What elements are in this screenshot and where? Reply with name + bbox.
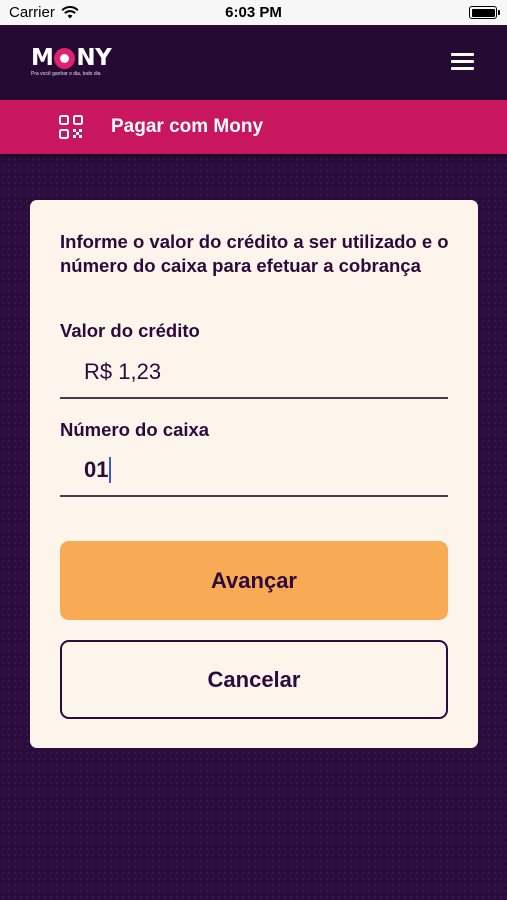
page-title: Pagar com Mony (111, 116, 264, 137)
form-instructions: Informe o valor do crédito a ser utiliza… (60, 231, 449, 276)
mony-logo[interactable]: M NY Pra você ganhar o dia, todo dia (31, 45, 112, 77)
box-number-input[interactable]: 01 (60, 445, 448, 497)
logo-text-right: NY (76, 45, 112, 71)
status-time: 6:03 PM (225, 4, 282, 21)
box-number-label: Número do caixa (60, 419, 210, 440)
logo-wordmark: M NY (31, 45, 112, 71)
next-button[interactable]: Avançar (60, 541, 448, 620)
qr-code-icon (59, 115, 83, 139)
logo-text-left: M (31, 45, 54, 71)
credit-value-label: Valor do crédito (60, 320, 200, 341)
app-header: M NY Pra você ganhar o dia, todo dia (0, 25, 507, 100)
text-cursor (109, 457, 112, 483)
logo-o-icon (54, 47, 76, 69)
battery-icon (469, 6, 500, 19)
box-number-text: 01 (84, 457, 109, 482)
credit-value-input[interactable]: R$ 1,23 (60, 347, 448, 399)
credit-value-text: R$ 1,23 (84, 359, 162, 384)
cancel-button[interactable]: Cancelar (60, 640, 448, 719)
payment-form-card: Informe o valor do crédito a ser utiliza… (30, 200, 478, 748)
title-bar: Pagar com Mony (0, 100, 507, 154)
status-bar: Carrier 6:03 PM (0, 0, 507, 25)
logo-tagline: Pra você ganhar o dia, todo dia (31, 71, 101, 77)
cancel-button-label: Cancelar (207, 666, 301, 692)
next-button-label: Avançar (210, 567, 297, 593)
hamburger-menu-icon[interactable] (451, 53, 474, 70)
